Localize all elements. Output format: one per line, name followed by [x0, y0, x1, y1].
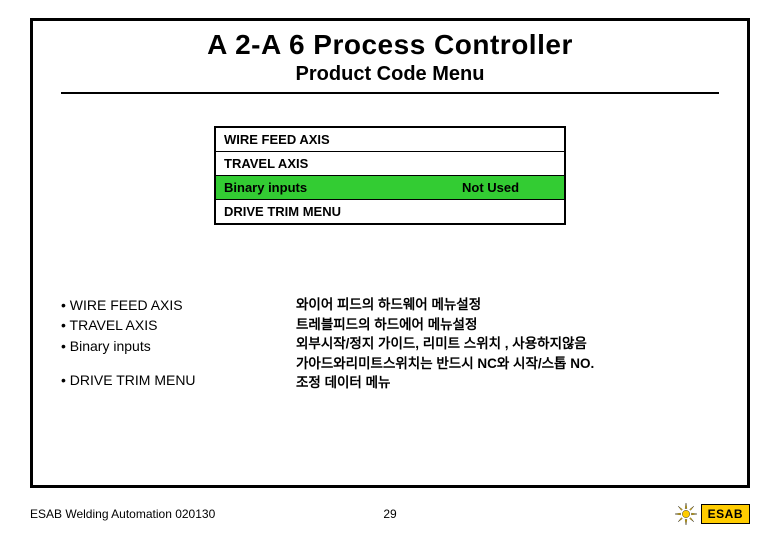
menu-row-drive-trim[interactable]: DRIVE TRIM MENU [216, 200, 564, 223]
menu-label: DRIVE TRIM MENU [216, 200, 454, 223]
menu-value [454, 128, 564, 151]
menu-value: Not Used [454, 176, 564, 199]
slide-footer: ESAB Welding Automation 020130 29 [30, 496, 750, 532]
menu-value [454, 152, 564, 175]
page-subtitle: Product Code Menu [61, 63, 719, 86]
esab-logo-text: ESAB [701, 504, 750, 524]
desc-right-line: 와이어 피드의 하드웨어 메뉴설정 [296, 295, 719, 315]
desc-right-line: 트레블피드의 하드에어 메뉴설정 [296, 315, 719, 335]
desc-right-line: 외부시작/정지 가이드, 리미트 스위치 , 사용하지않음 [296, 334, 719, 354]
sun-icon [675, 503, 697, 525]
desc-left-line: • Binary inputs [61, 336, 296, 356]
desc-right-line: 조정 데이터 메뉴 [296, 373, 719, 393]
desc-left-gap [61, 356, 296, 370]
desc-left-line: • DRIVE TRIM MENU [61, 370, 296, 390]
menu-row-wire-feed[interactable]: WIRE FEED AXIS [216, 128, 564, 152]
description-labels: • WIRE FEED AXIS • TRAVEL AXIS • Binary … [61, 295, 296, 393]
menu-row-binary-inputs[interactable]: Binary inputs Not Used [216, 176, 564, 200]
desc-right-line: 가아드와리미트스위치는 반드시 NC와 시작/스톱 NO. [296, 354, 719, 374]
esab-logo: ESAB [675, 503, 750, 525]
menu-row-travel-axis[interactable]: TRAVEL AXIS [216, 152, 564, 176]
slide-frame: A 2-A 6 Process Controller Product Code … [30, 18, 750, 488]
description-text: 와이어 피드의 하드웨어 메뉴설정 트레블피드의 하드에어 메뉴설정 외부시작/… [296, 295, 719, 393]
menu-value [454, 200, 564, 223]
footer-left-text: ESAB Welding Automation 020130 [30, 507, 360, 521]
menu-label: TRAVEL AXIS [216, 152, 454, 175]
page-title: A 2-A 6 Process Controller [61, 29, 719, 61]
menu-label: WIRE FEED AXIS [216, 128, 454, 151]
desc-left-line: • TRAVEL AXIS [61, 315, 296, 335]
title-divider [61, 92, 719, 94]
desc-left-line: • WIRE FEED AXIS [61, 295, 296, 315]
page-number: 29 [360, 507, 420, 521]
product-code-menu: WIRE FEED AXIS TRAVEL AXIS Binary inputs… [214, 126, 566, 225]
menu-label: Binary inputs [216, 176, 454, 199]
description-block: • WIRE FEED AXIS • TRAVEL AXIS • Binary … [61, 295, 719, 393]
